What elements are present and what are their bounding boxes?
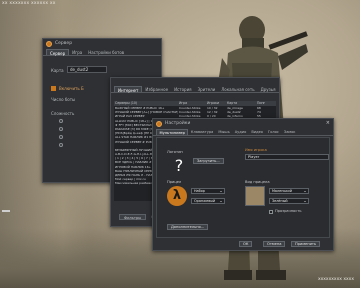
player-name-input[interactable]: Player (245, 154, 329, 160)
tab-server[interactable]: Сервер (46, 49, 70, 56)
hud-marker (2, 210, 10, 212)
steam-logo-icon (156, 121, 162, 127)
hud-label: xxxxxxxxx xxxx (317, 277, 354, 282)
halflife-lambda-icon: λ (167, 186, 187, 206)
bots-count-label: Число боты (51, 97, 76, 102)
map-select[interactable]: de_dust2 (67, 66, 107, 73)
crosshair-color-select[interactable]: Оранжевый (191, 198, 225, 204)
tab-friends[interactable]: Друзья (258, 86, 279, 92)
crosshair-label: Прицел (167, 180, 182, 184)
crosshair-appearance-label: Вид прицела (245, 180, 270, 184)
advanced-button[interactable]: Дополнительно... (167, 224, 209, 230)
options-titlebar[interactable]: Настройки × (153, 119, 333, 129)
apply-button[interactable]: Применить (291, 241, 321, 247)
transparency-checkbox[interactable] (269, 210, 273, 214)
tab-multiplayer[interactable]: Мультиплеер (156, 129, 189, 135)
options-window: Настройки × Мультиплеер Клавиатура Мышь … (152, 118, 334, 251)
crosshair-preview (245, 186, 265, 206)
tab-keyboard[interactable]: Клавиатура (188, 129, 215, 135)
tab-voice[interactable]: Голос (266, 129, 282, 135)
tab-spectators[interactable]: Зрители (195, 86, 219, 92)
tab-lan[interactable]: Локальная сеть (218, 86, 257, 92)
background-caption: xx xxxxxxx xxxxxx xx (2, 1, 56, 6)
filters-button[interactable]: Фильтры (119, 214, 147, 220)
difficulty-radio-1[interactable] (59, 119, 63, 123)
tab-favorites[interactable]: Избранное (142, 86, 171, 92)
crosshair-color2-select[interactable]: Зелёный (269, 198, 309, 204)
difficulty-radio-2[interactable] (59, 127, 63, 131)
multiplayer-panel: Логотип ? Загрузить... Имя игрока Player… (156, 137, 330, 238)
options-tabs: Мультиплеер Клавиатура Мышь Аудио Видео … (153, 129, 333, 136)
close-icon[interactable]: × (326, 121, 330, 126)
tab-lock[interactable]: Замок (281, 129, 298, 135)
tab-video[interactable]: Видео (249, 129, 266, 135)
difficulty-radio-4[interactable] (59, 143, 63, 147)
server-window-title: Сервер (55, 41, 73, 46)
tab-game[interactable]: Игра (69, 49, 85, 55)
tab-mouse[interactable]: Мышь (216, 129, 232, 135)
tab-history[interactable]: История (171, 86, 195, 92)
bots-checkbox[interactable] (51, 86, 56, 91)
difficulty-label: Сложность (51, 111, 75, 116)
crosshair-type-select[interactable]: Набор (191, 188, 225, 194)
server-window-tabs: Сервер Игра Настройки ботов (43, 49, 161, 56)
map-label: Карта (51, 68, 64, 73)
server-window-titlebar[interactable]: Сервер (43, 39, 161, 49)
options-title: Настройки (165, 121, 191, 126)
steam-logo-icon (46, 41, 52, 47)
difficulty-radio-3[interactable] (59, 135, 63, 139)
transparency-label: Прозрачность (275, 209, 302, 213)
tab-audio[interactable]: Аудио (232, 129, 249, 135)
logo-label: Логотип (167, 150, 183, 154)
player-name-label: Имя игрока (245, 148, 267, 152)
browse-logo-button[interactable]: Загрузить... (193, 158, 224, 164)
tab-internet[interactable]: Интернет (114, 86, 143, 93)
cancel-button[interactable]: Отмена (263, 241, 286, 247)
bots-label: Включить Б (59, 86, 84, 91)
browser-titlebar[interactable] (111, 78, 279, 86)
ok-button[interactable]: ОК (239, 241, 253, 247)
browser-tabs: Интернет Избранное История Зрители Локал… (111, 86, 279, 93)
crosshair-size-select[interactable]: Маленький (269, 188, 309, 194)
tab-bot-settings[interactable]: Настройки ботов (85, 49, 127, 55)
spray-logo-preview: ? (174, 156, 184, 175)
